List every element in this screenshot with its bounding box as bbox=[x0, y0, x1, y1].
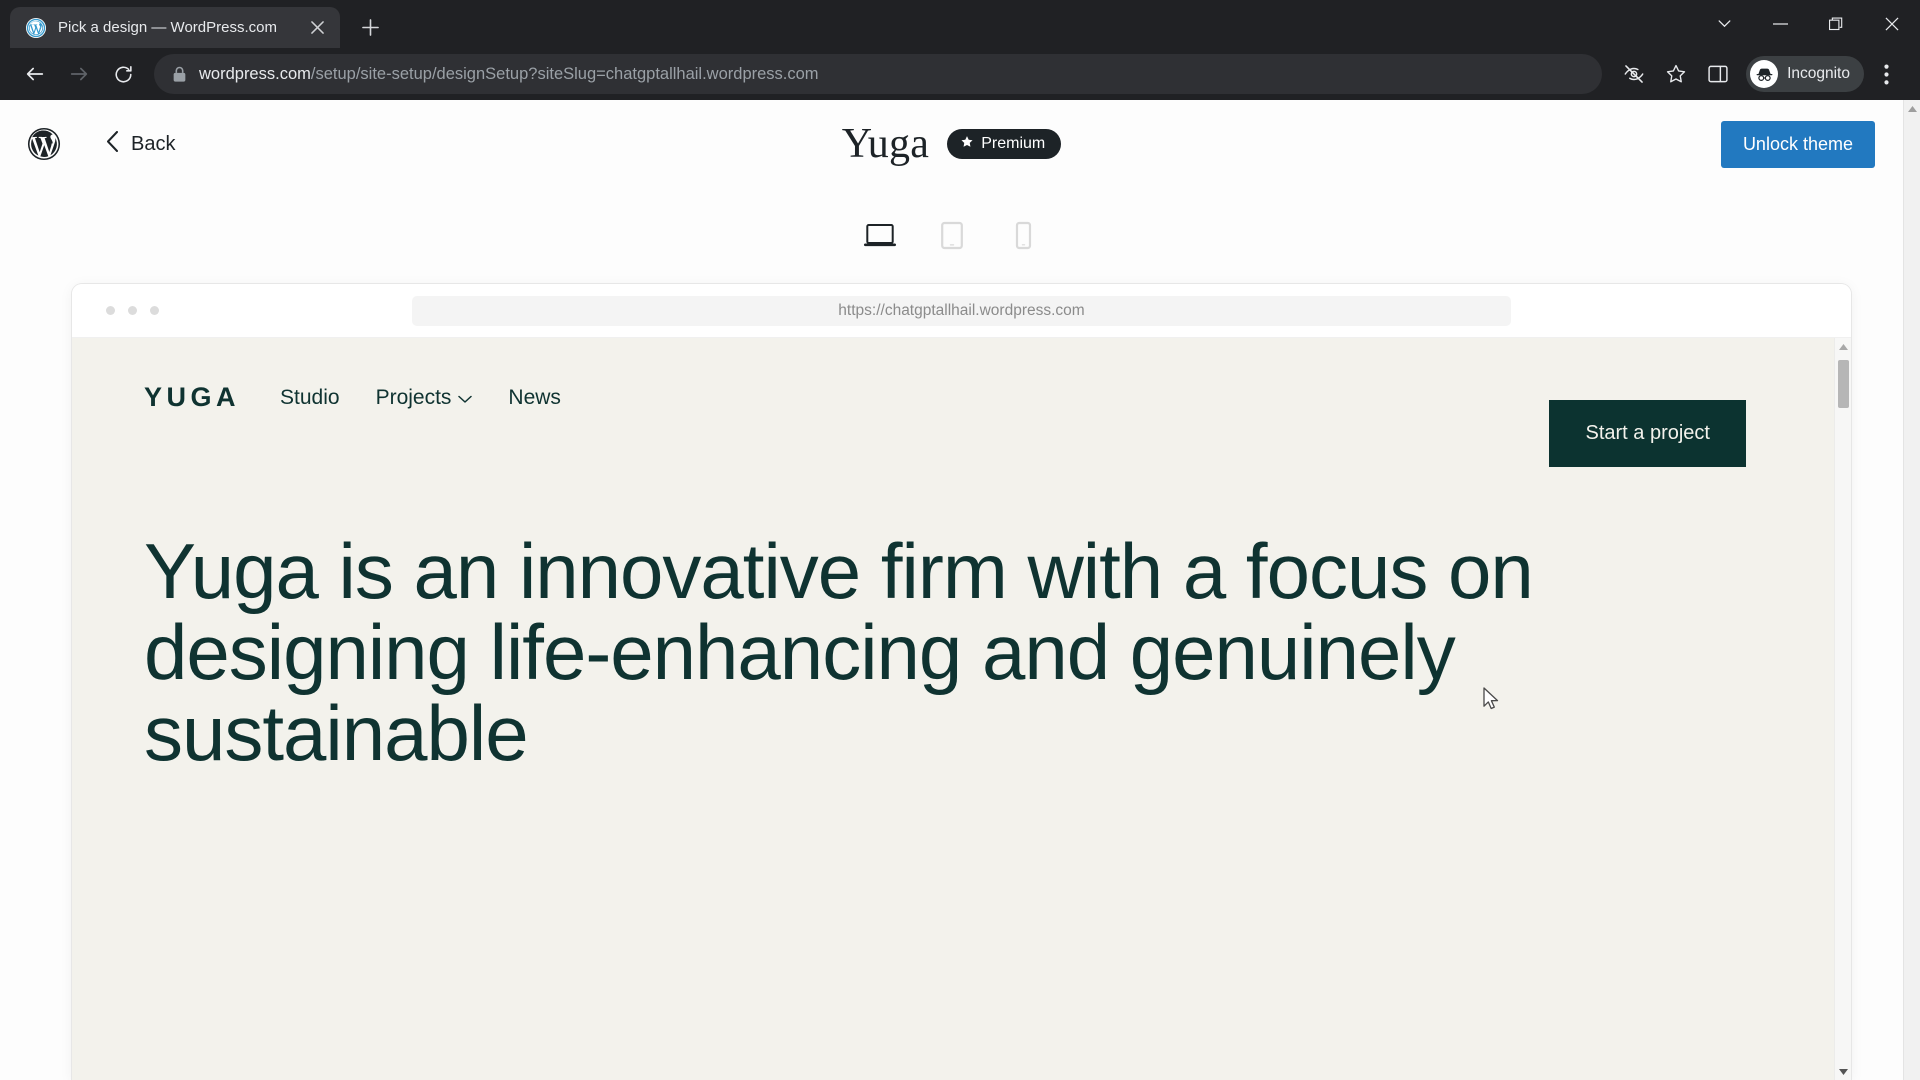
site-nav-item-projects[interactable]: Projects bbox=[376, 386, 473, 410]
tab-search-button[interactable] bbox=[1696, 0, 1752, 48]
window-dot bbox=[106, 306, 115, 315]
site-nav-links: Studio Projects News bbox=[280, 386, 561, 410]
new-tab-button[interactable] bbox=[352, 9, 388, 45]
tab-strip: Pick a design — WordPress.com bbox=[0, 0, 1920, 48]
url-path: /setup/site-setup/designSetup?siteSlug=c… bbox=[310, 64, 819, 83]
premium-badge-label: Premium bbox=[981, 135, 1046, 152]
preview-address-field: https://chatgptallhail.wordpress.com bbox=[412, 295, 1511, 326]
chevron-down-icon bbox=[458, 386, 473, 410]
device-option-mobile[interactable] bbox=[1001, 213, 1047, 259]
wordpress-icon bbox=[26, 17, 46, 38]
incognito-label: Incognito bbox=[1787, 65, 1850, 82]
site-nav-label: Studio bbox=[280, 385, 340, 409]
start-a-project-button[interactable]: Start a project bbox=[1549, 400, 1746, 467]
preview-scrollbar-thumb[interactable] bbox=[1838, 360, 1849, 408]
wordpress-logo bbox=[26, 126, 62, 162]
site-logo[interactable]: YUGA bbox=[144, 382, 240, 413]
minimize-button[interactable] bbox=[1752, 0, 1808, 48]
toolbar-right-actions: Incognito bbox=[1614, 54, 1906, 94]
restore-button[interactable] bbox=[1808, 0, 1864, 48]
browser-window: Pick a design — WordPress.com wordpress.… bbox=[0, 0, 1920, 1080]
scroll-down-icon[interactable] bbox=[1835, 1063, 1852, 1080]
site-nav-item-news[interactable]: News bbox=[508, 386, 561, 410]
browser-toolbar: wordpress.com/setup/site-setup/designSet… bbox=[0, 48, 1920, 100]
close-icon[interactable] bbox=[304, 15, 330, 41]
window-dots bbox=[106, 306, 159, 315]
theme-name: Yuga bbox=[841, 121, 930, 167]
premium-badge: Premium bbox=[947, 129, 1062, 159]
device-switcher bbox=[0, 188, 1903, 284]
site-nav-item-studio[interactable]: Studio bbox=[280, 386, 340, 410]
three-dot-menu-icon[interactable] bbox=[1866, 54, 1906, 94]
url-domain: wordpress.com bbox=[199, 64, 311, 83]
preview-body: YUGA Studio Projects News Start a projec… bbox=[72, 338, 1851, 1080]
site-nav-label: News bbox=[508, 385, 561, 409]
address-bar[interactable]: wordpress.com/setup/site-setup/designSet… bbox=[154, 54, 1603, 94]
page-scrollbar[interactable] bbox=[1903, 100, 1920, 1080]
back-navigation-button[interactable] bbox=[14, 53, 56, 95]
reload-button[interactable] bbox=[102, 53, 144, 95]
theme-preview-frame: https://chatgptallhail.wordpress.com YUG… bbox=[72, 284, 1851, 1080]
scroll-up-icon[interactable] bbox=[1835, 338, 1852, 355]
window-controls bbox=[1696, 0, 1920, 48]
star-icon bbox=[960, 135, 974, 154]
site-nav-label: Projects bbox=[375, 385, 452, 409]
forward-navigation-button bbox=[58, 53, 100, 95]
incognito-hat-icon bbox=[1750, 60, 1779, 88]
preview-browser-bar: https://chatgptallhail.wordpress.com bbox=[72, 284, 1851, 338]
preview-scrollbar[interactable] bbox=[1834, 338, 1851, 1080]
unlock-theme-button[interactable]: Unlock theme bbox=[1720, 120, 1875, 168]
url-text: wordpress.com/setup/site-setup/designSet… bbox=[199, 65, 819, 84]
eye-off-icon[interactable] bbox=[1614, 54, 1654, 94]
theme-preview-container: https://chatgptallhail.wordpress.com YUG… bbox=[0, 284, 1903, 1080]
window-dot bbox=[150, 306, 159, 315]
device-option-desktop[interactable] bbox=[857, 213, 903, 259]
back-button[interactable]: Back bbox=[106, 130, 176, 158]
star-icon[interactable] bbox=[1656, 54, 1696, 94]
site-hero-heading: Yuga is an innovative firm with a focus … bbox=[144, 527, 1534, 778]
chevron-left-icon bbox=[106, 130, 119, 158]
preview-address-text: https://chatgptallhail.wordpress.com bbox=[838, 301, 1085, 319]
incognito-profile-chip[interactable]: Incognito bbox=[1746, 56, 1864, 92]
lock-icon bbox=[172, 66, 187, 83]
page-scroll-up-icon[interactable] bbox=[1904, 100, 1920, 117]
device-option-tablet[interactable] bbox=[929, 213, 975, 259]
tab-title: Pick a design — WordPress.com bbox=[58, 19, 277, 36]
previewed-site: YUGA Studio Projects News Start a projec… bbox=[72, 338, 1834, 1080]
design-setup-page: Back Yuga Premium Unlock theme https://c… bbox=[0, 100, 1903, 1080]
wordpress-header: Back Yuga Premium Unlock theme bbox=[0, 100, 1903, 188]
back-button-label: Back bbox=[131, 132, 176, 155]
browser-tab[interactable]: Pick a design — WordPress.com bbox=[10, 7, 340, 48]
close-window-button[interactable] bbox=[1864, 0, 1920, 48]
window-dot bbox=[128, 306, 137, 315]
page-viewport: Back Yuga Premium Unlock theme https://c… bbox=[0, 100, 1920, 1080]
theme-title-group: Yuga Premium bbox=[0, 100, 1903, 188]
side-panel-icon[interactable] bbox=[1698, 54, 1738, 94]
